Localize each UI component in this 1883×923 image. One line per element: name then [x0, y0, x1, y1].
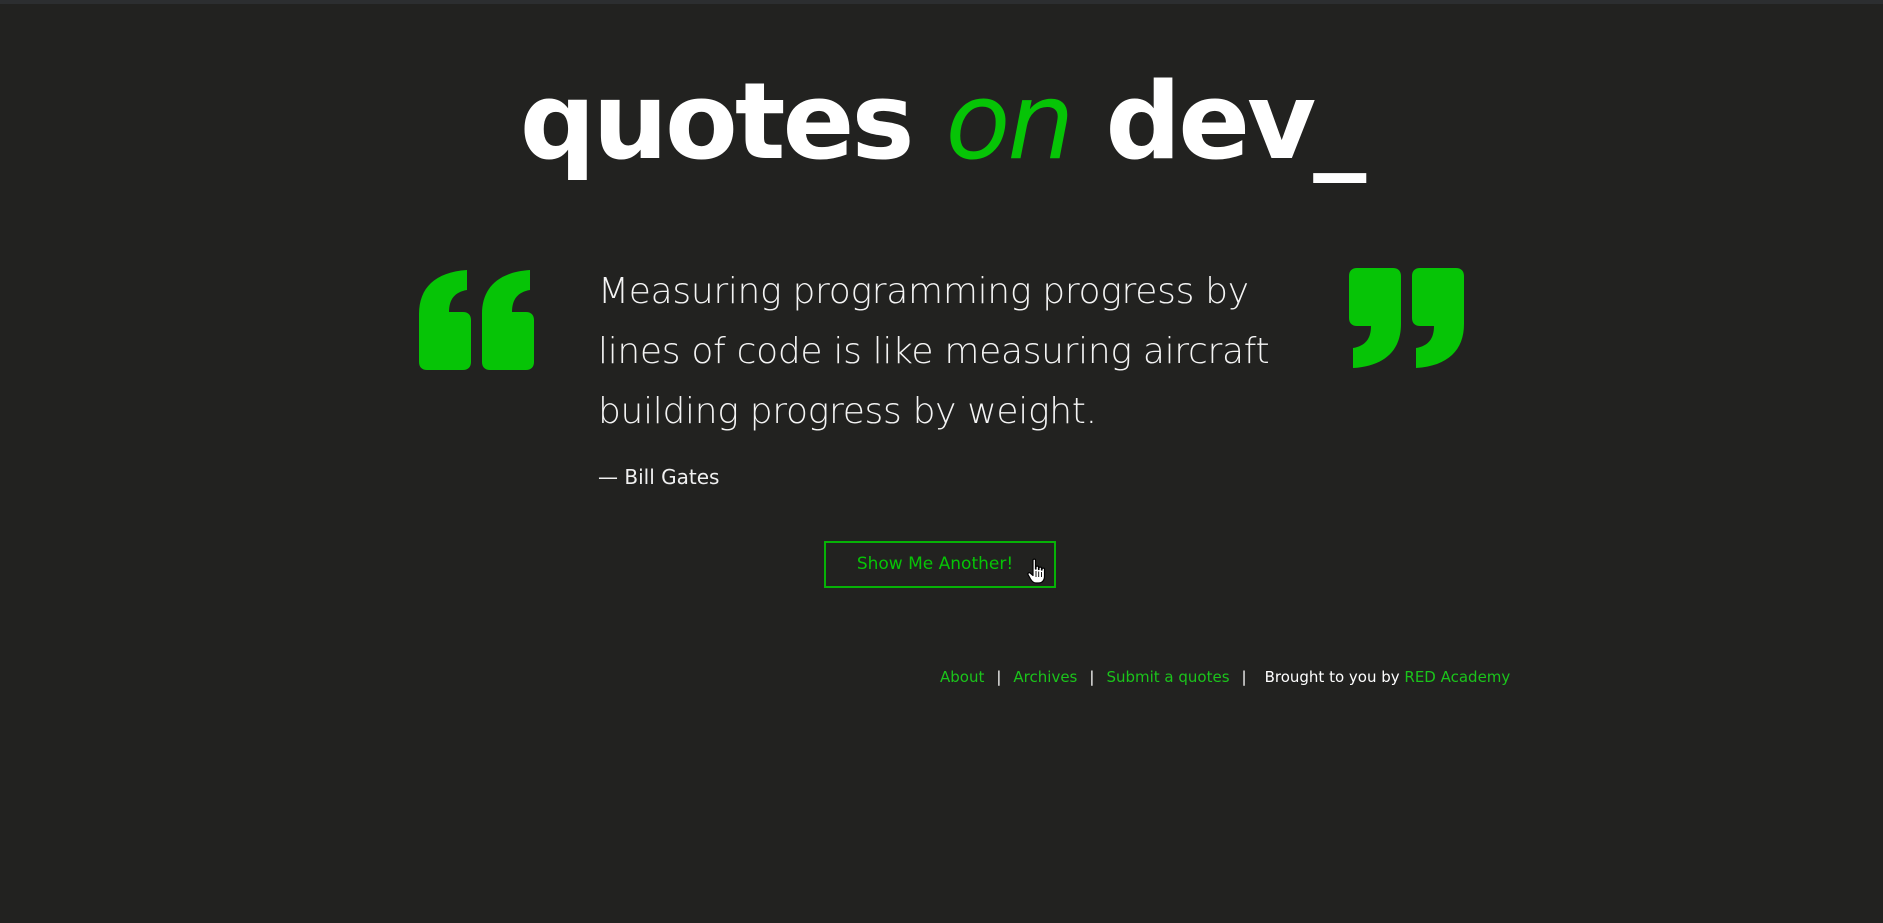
footer-link-red-academy[interactable]: RED Academy [1404, 668, 1510, 686]
logo-word-on: on [945, 60, 1074, 183]
footer-link-archives[interactable]: Archives [1013, 668, 1077, 686]
footer-separator: | [1241, 668, 1247, 686]
hand-pointer-cursor-icon [1027, 558, 1046, 584]
footer-separator: | [1089, 668, 1095, 686]
site-logo[interactable]: quotes on dev_ [0, 62, 1883, 182]
footer-link-about[interactable]: About [940, 668, 984, 686]
footer-credit: Brought to you by RED Academy [1265, 668, 1511, 686]
quote-text: Measuring programming progress by lines … [598, 271, 1270, 432]
top-bar [0, 0, 1883, 4]
open-quote-icon [419, 270, 534, 370]
close-quote-icon [1349, 268, 1464, 368]
logo-word-quotes: quotes [519, 60, 946, 183]
quote-author: — Bill Gates [598, 465, 720, 489]
show-another-button[interactable]: Show Me Another! [824, 541, 1056, 588]
logo-word-dev: dev_ [1071, 60, 1366, 183]
footer-separator: | [996, 668, 1002, 686]
footer-link-submit[interactable]: Submit a quotes [1106, 668, 1229, 686]
footer-credit-text: Brought to you by [1264, 668, 1405, 686]
footer: About | Archives | Submit a quotes | Brought t… [940, 664, 1510, 690]
